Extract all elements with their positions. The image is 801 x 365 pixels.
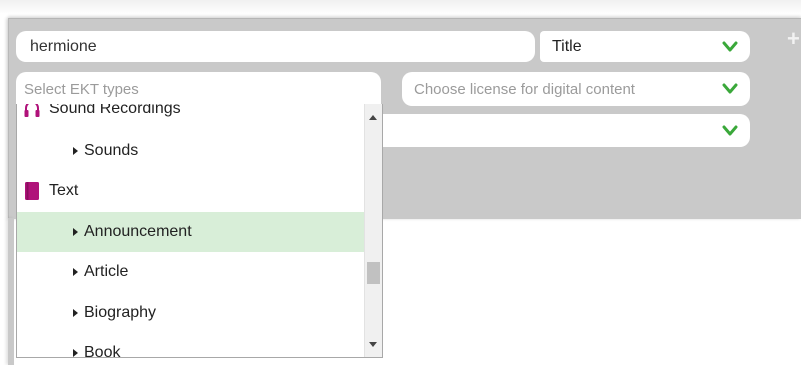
ekt-types-list: Sound Recordings Sounds Text Announcemen… [17,104,364,358]
field-select[interactable]: Title [540,31,750,62]
panel-edge [8,218,14,365]
dropdown-scrollbar[interactable] [364,104,382,357]
add-icon[interactable]: + [787,28,800,50]
list-item-label: Sounds [84,142,139,159]
ekt-types-dropdown[interactable]: Sound Recordings Sounds Text Announcemen… [16,104,383,358]
list-item-label: Article [84,263,129,280]
list-item-book[interactable]: Book [17,333,364,358]
ekt-types-placeholder: Select EKT types [24,80,139,98]
chevron-down-icon [722,83,738,94]
chevron-down-icon [722,41,738,51]
caret-right-icon [73,309,78,317]
book-icon [25,182,39,200]
caret-right-icon [73,147,78,155]
scroll-up-icon[interactable] [369,115,377,120]
license-select[interactable]: Choose license for digital content [402,72,750,106]
list-item-biography[interactable]: Biography [17,293,364,333]
category-text[interactable]: Text [17,171,364,211]
list-item-announcement[interactable]: Announcement [17,212,364,252]
category-label: Text [49,182,79,199]
category-label: Sound Recordings [49,104,181,117]
list-item-article[interactable]: Article [17,252,364,292]
caret-right-icon [73,228,78,236]
scroll-down-icon[interactable] [369,342,377,347]
category-sound-recordings[interactable]: Sound Recordings [17,104,364,129]
list-item-label: Announcement [84,223,192,240]
license-select-placeholder: Choose license for digital content [414,80,635,98]
scroll-thumb[interactable] [367,262,380,284]
ekt-types-input[interactable]: Select EKT types [16,72,381,106]
list-item-label: Book [84,344,121,358]
field-select-value: Title [552,37,582,55]
search-input[interactable] [16,31,535,62]
list-item-label: Biography [84,304,157,321]
caret-right-icon [73,268,78,276]
list-item-sounds[interactable]: Sounds [17,131,364,171]
chevron-down-icon [722,125,738,135]
caret-right-icon [73,349,78,357]
secondary-select[interactable] [382,114,750,147]
headphones-icon [24,104,40,117]
